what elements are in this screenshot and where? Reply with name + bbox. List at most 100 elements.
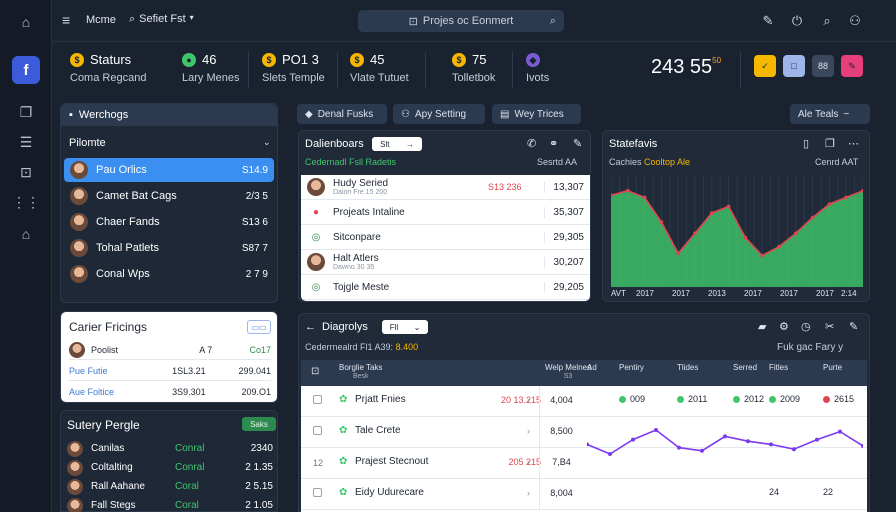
people-badge[interactable]: Saks (242, 417, 276, 431)
list-item[interactable]: Fall Stegs Coral 2 1.05 (67, 496, 273, 512)
dashboards-tag[interactable]: Slt → (372, 137, 422, 151)
action-button[interactable]: ✎ (841, 55, 863, 77)
search-input[interactable]: ⊡ Projes oc Eonmert ⌕ (358, 10, 564, 32)
data-point[interactable] (654, 428, 658, 432)
row-checkbox[interactable] (313, 426, 322, 435)
table-row[interactable]: ◎ Tojgle Meste 29,205 (301, 275, 590, 300)
row-number[interactable]: 12 (309, 458, 327, 468)
data-point[interactable] (676, 251, 680, 256)
stat-card[interactable]: ● 46 Lary Menes (182, 48, 262, 96)
data-point[interactable] (700, 448, 704, 453)
action-button[interactable]: □ (783, 55, 805, 77)
more-icon[interactable]: ⋯ (848, 137, 859, 150)
message-icon[interactable]: ⊡ (14, 160, 38, 184)
user-icon[interactable]: ⚇ (845, 11, 865, 31)
row-checkbox[interactable] (313, 395, 322, 404)
link-icon[interactable]: ⚭ (549, 137, 558, 150)
stat-card[interactable]: ◆ Ivots (526, 48, 606, 96)
table-row[interactable]: Pue Futie 1SL3.21 299.041 (69, 361, 271, 381)
denal-fusks-button[interactable]: ◆ Denal Fusks (297, 104, 387, 124)
data-point[interactable] (794, 231, 798, 236)
column-header[interactable]: Fitles (769, 363, 788, 372)
document-icon[interactable]: ❐ (14, 100, 38, 124)
data-point[interactable] (746, 439, 750, 444)
facebook-logo-icon[interactable]: f (12, 56, 40, 84)
diagnostics-tag[interactable]: Fll ⌄ (382, 320, 428, 334)
grid-icon[interactable]: ⋮⋮ (12, 190, 40, 214)
gear-icon[interactable]: ⚙ (779, 320, 789, 333)
column-header[interactable]: Purte (823, 363, 842, 372)
power-icon[interactable]: ⏻ (787, 11, 807, 31)
data-point[interactable] (659, 220, 664, 224)
search-icon-top[interactable]: ⌕ (817, 11, 837, 31)
action-button[interactable]: 88 (812, 55, 834, 77)
back-arrow-icon[interactable]: ← (305, 321, 316, 333)
pen-icon[interactable]: ✎ (758, 11, 778, 31)
stat-card[interactable]: $45 Vlate Tutuet (350, 48, 430, 96)
data-point[interactable] (777, 244, 781, 249)
table-row[interactable]: Aue Foltice 3S9.301 209.O1 (69, 382, 271, 402)
stat-card[interactable]: $75 Tolletbok (452, 48, 532, 96)
breadcrumb[interactable]: ⌕ Sefiet Fst ▾ (129, 13, 194, 26)
home-icon[interactable]: ⌂ (14, 10, 38, 34)
stat-card[interactable]: $ PO1 3 Slets Temple (262, 48, 342, 96)
list-item[interactable]: Rall Aahane Coral 2 5.15 (67, 477, 273, 496)
select-all-icon[interactable]: ⊡ (311, 366, 319, 377)
table-row[interactable]: ◎ Sitconpare 29,305 (301, 225, 590, 250)
column-header[interactable]: Welp Melnes S3 (545, 363, 591, 381)
data-point[interactable] (677, 445, 681, 450)
column-header[interactable]: Serred (733, 363, 757, 372)
data-point[interactable] (726, 204, 731, 209)
home-outline-icon[interactable]: ⌂ (14, 222, 38, 246)
phone-icon[interactable]: ✆ (527, 137, 536, 150)
table-row[interactable]: ✿ Eidy Udurecare › 8,004 24 22 (301, 479, 867, 510)
edit-icon[interactable]: ✎ (573, 137, 582, 150)
column-header[interactable]: Ad (587, 363, 597, 372)
data-point[interactable] (827, 202, 832, 206)
table-row[interactable]: ● Projeats Intaline 35,307 (301, 200, 590, 225)
ale-teals-button[interactable]: Ale Teals − (790, 104, 870, 124)
menu-label[interactable]: Mcme (86, 14, 116, 26)
list-item[interactable]: Coltalting Conral 2 1.35 (67, 458, 273, 477)
row-checkbox[interactable] (313, 488, 322, 497)
data-point[interactable] (642, 195, 647, 200)
chevron-right-icon[interactable]: › (527, 457, 530, 467)
table-row[interactable]: Hudy Seried Dalon Fre 15 200 S13 236 13,307 (301, 175, 590, 200)
data-point[interactable] (631, 437, 635, 442)
chevron-right-icon[interactable]: › (527, 426, 530, 436)
chevron-right-icon[interactable]: › (527, 488, 530, 498)
sidebar-item[interactable]: Conal Wps 2 7 9 (64, 262, 274, 286)
clipboard-icon[interactable]: ▯ (803, 137, 809, 150)
data-point[interactable] (743, 235, 748, 240)
stat-card[interactable]: $ Staturs Coma Regcand (70, 48, 150, 96)
apy-setting-button[interactable]: ⚇ Apy Setting (393, 104, 485, 124)
column-header[interactable]: Borglie Taks Besk (339, 363, 382, 381)
tools-icon[interactable]: ✂ (825, 320, 834, 333)
sidebar-item[interactable]: Pau Orlics S14.9 (64, 158, 274, 182)
data-point[interactable] (792, 447, 796, 452)
sidebar-item[interactable]: Camet Bat Cags 2/3 5 (64, 184, 274, 208)
list-item[interactable]: Canilas Conral 2340 (67, 439, 273, 458)
table-row[interactable]: Poolist A 7 Co17 (69, 340, 271, 360)
hamburger-icon[interactable]: ≡ (62, 12, 70, 28)
chevron-down-icon[interactable]: ⌄ (263, 137, 271, 148)
panel-header[interactable]: ▪ Werchogs (69, 109, 128, 121)
copy-icon[interactable]: ❐ (825, 137, 835, 150)
column-header[interactable]: Tlides (677, 363, 698, 372)
data-point[interactable] (760, 253, 764, 258)
table-row[interactable]: Halt Atlers Dawno 30 35 30,207 (301, 250, 590, 275)
action-button[interactable]: ✓ (754, 55, 776, 77)
data-point[interactable] (693, 231, 697, 236)
column-header[interactable]: Pentiry (619, 363, 644, 372)
search-icon[interactable]: ⌕ (550, 15, 556, 28)
data-point[interactable] (710, 211, 714, 215)
edit-icon[interactable]: ✎ (849, 320, 858, 333)
data-point[interactable] (626, 188, 630, 193)
data-point[interactable] (810, 215, 815, 220)
list-icon[interactable]: ☰ (14, 130, 38, 154)
sidebar-item[interactable]: Chaer Fands S13 6 (64, 210, 274, 234)
sidebar-item[interactable]: Tohal Patlets S87 7 (64, 236, 274, 260)
data-point[interactable] (844, 195, 848, 200)
data-point[interactable] (769, 442, 773, 447)
clock-icon[interactable]: ◷ (801, 320, 811, 333)
